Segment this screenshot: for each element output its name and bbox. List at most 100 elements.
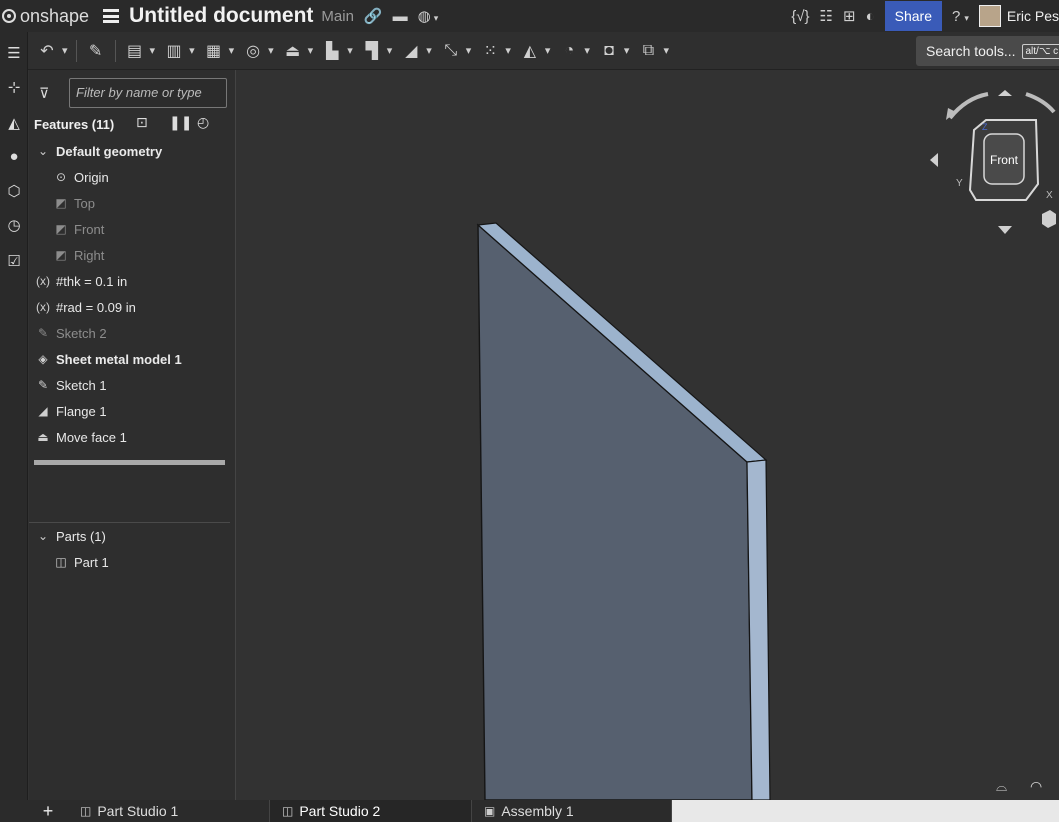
view-cube[interactable]: Front Z Y X bbox=[926, 90, 1056, 240]
axis-z-label: Z bbox=[982, 122, 988, 132]
part-icon: ◫ bbox=[55, 555, 67, 569]
pattern-icon: ⁙ bbox=[483, 42, 498, 60]
add-tab-button[interactable]: + bbox=[28, 800, 68, 822]
tab-tool[interactable]: ▦ ▾ bbox=[203, 41, 234, 61]
features-header: Features (11) bbox=[34, 116, 115, 132]
measure-tool[interactable]: ◔ ▾ bbox=[558, 42, 590, 60]
feature-item[interactable]: (x) #rad = 0.09 in bbox=[34, 296, 136, 318]
camera-icon[interactable] bbox=[0, 800, 28, 822]
sketch-tool[interactable]: ✎ bbox=[85, 41, 107, 61]
part-label: Part 1 bbox=[74, 554, 109, 570]
feature-item[interactable]: ✎ Sketch 1 bbox=[34, 374, 107, 396]
chevron-down-icon: ⌄ bbox=[37, 144, 49, 158]
move-face-icon: ⏏ bbox=[37, 430, 49, 444]
feature-item[interactable]: ⌄ Default geometry bbox=[34, 140, 162, 162]
rotate-left-icon[interactable] bbox=[948, 92, 989, 120]
feature-item[interactable]: ◩ Right bbox=[52, 244, 104, 266]
arrow-up-icon[interactable] bbox=[998, 90, 1012, 96]
part-studio-icon: ◫ bbox=[282, 804, 294, 818]
feature-item[interactable]: ◩ Top bbox=[52, 192, 95, 214]
share-button[interactable]: Share bbox=[884, 1, 942, 31]
feature-item[interactable]: ◈ Sheet metal model 1 bbox=[34, 348, 182, 370]
sheet-metal-tool[interactable]: ▤ ▾ bbox=[124, 41, 155, 61]
user-name[interactable]: Eric Pes bbox=[1007, 8, 1059, 24]
feature-item[interactable]: (x) #thk = 0.1 in bbox=[34, 270, 127, 292]
new-folder-icon[interactable]: ⊡ bbox=[136, 114, 148, 131]
feature-label: Front bbox=[74, 221, 105, 237]
mate-icon: ⧉ bbox=[642, 41, 655, 59]
section-tool[interactable]: ◘ ▾ bbox=[598, 42, 629, 60]
feature-item[interactable]: ⊙ Origin bbox=[52, 166, 109, 188]
graphics-viewport[interactable]: Front Z Y X ⌓ ◠ bbox=[236, 70, 1059, 800]
axis-x-label: X bbox=[1046, 190, 1053, 201]
add-feature-icon[interactable]: ⊹ bbox=[0, 78, 28, 96]
paint-tool[interactable]: ◭ ▾ bbox=[519, 41, 551, 61]
extrude-tool[interactable]: ⏏ ▾ bbox=[282, 41, 313, 61]
branch-label[interactable]: Main bbox=[321, 8, 354, 25]
tab-part-studio-2[interactable]: ◫ Part Studio 2 bbox=[270, 800, 472, 822]
boolean-tool[interactable]: ◎ ▾ bbox=[242, 41, 274, 61]
folder-icon[interactable]: ▬ bbox=[393, 8, 408, 25]
parts-icon[interactable]: ⬡ bbox=[0, 182, 28, 200]
checklist-icon[interactable]: ☑ bbox=[0, 252, 28, 270]
learning-icon[interactable]: ◐ bbox=[866, 8, 875, 25]
sketch-icon: ✎ bbox=[37, 326, 49, 340]
avatar[interactable] bbox=[978, 5, 1001, 27]
pause-icon[interactable]: ❚❚ bbox=[169, 114, 192, 131]
appearance-icon[interactable]: ◭ bbox=[0, 114, 28, 132]
rotate-right-icon[interactable] bbox=[1025, 92, 1056, 114]
render-mode-icon[interactable]: ⌓ bbox=[996, 778, 1007, 795]
link-icon[interactable]: 🔗 bbox=[364, 7, 383, 25]
onshape-logo[interactable]: onshape bbox=[2, 6, 89, 27]
feature-item[interactable]: ✎ Sketch 2 bbox=[34, 322, 107, 344]
feature-label: Sheet metal model 1 bbox=[56, 351, 182, 367]
transform-icon: ⤡ bbox=[444, 41, 458, 59]
feature-list-icon[interactable]: ☰ bbox=[0, 44, 28, 62]
feature-item[interactable]: ◩ Front bbox=[52, 218, 104, 240]
search-tools-input[interactable]: Search tools... alt/⌥ c bbox=[916, 36, 1059, 66]
feature-item[interactable]: ⏏ Move face 1 bbox=[34, 426, 127, 448]
panel-divider bbox=[29, 522, 230, 523]
logo-icon bbox=[2, 9, 16, 23]
transform-tool[interactable]: ⤡ ▾ bbox=[440, 41, 471, 60]
tab-part-studio-1[interactable]: ◫ Part Studio 1 bbox=[68, 800, 270, 822]
app-store-icon[interactable]: ⊞ bbox=[843, 7, 856, 25]
history-icon[interactable]: ◷ bbox=[0, 216, 28, 234]
view-options-icon[interactable]: ◠ bbox=[1030, 778, 1042, 795]
sketch-icon: ✎ bbox=[88, 42, 103, 60]
left-rail: ☰ ⊹ ◭ ● ⬡ ◷ ☑ bbox=[0, 32, 28, 822]
filter-icon[interactable]: ⊽ bbox=[39, 85, 49, 102]
arrow-down-icon[interactable] bbox=[998, 226, 1012, 234]
feature-label: Origin bbox=[74, 169, 109, 185]
plane-icon: ◩ bbox=[55, 222, 67, 236]
help-icon[interactable]: ? ▾ bbox=[952, 8, 969, 25]
undo-button[interactable]: ↶ ▾ bbox=[36, 41, 67, 61]
corner-tool[interactable]: ▜ ▾ bbox=[361, 41, 393, 61]
part-front-face[interactable] bbox=[477, 223, 753, 800]
flange-tool[interactable]: ▥ ▾ bbox=[163, 41, 195, 61]
mate-tool[interactable]: ⧉ ▾ bbox=[637, 42, 669, 60]
parts-header-row[interactable]: ⌄ Parts (1) bbox=[34, 525, 106, 547]
globe-icon[interactable]: ◍ ▾ bbox=[418, 7, 439, 25]
tab-assembly-1[interactable]: ▣ Assembly 1 bbox=[472, 800, 672, 822]
comments-icon[interactable]: ● bbox=[0, 148, 28, 165]
bom-icon[interactable]: ☷ bbox=[820, 7, 833, 25]
feature-item[interactable]: ◢ Flange 1 bbox=[34, 400, 106, 422]
list-item[interactable]: ◫ Part 1 bbox=[52, 551, 109, 573]
variables-icon[interactable]: {√} bbox=[791, 8, 809, 25]
sheet-metal-icon: ◈ bbox=[38, 352, 48, 366]
cube-face-label[interactable]: Front bbox=[990, 153, 1019, 167]
rollback-bar[interactable] bbox=[34, 460, 225, 465]
document-title[interactable]: Untitled document bbox=[129, 4, 313, 28]
view-iso-icon[interactable] bbox=[1042, 210, 1056, 228]
bend-tool[interactable]: ◢ ▾ bbox=[400, 41, 432, 61]
timer-icon[interactable]: ◴ bbox=[197, 114, 209, 131]
arrow-left-icon[interactable] bbox=[930, 153, 938, 167]
tab-label: Assembly 1 bbox=[501, 803, 574, 819]
menu-icon[interactable] bbox=[103, 9, 120, 23]
pattern-tool[interactable]: ⁙ ▾ bbox=[479, 41, 511, 61]
feature-toolbar: ↶ ▾ ✎ ▤ ▾ ▥ ▾ ▦ ▾ ◎ ▾ ⏏ ▾ ▙ ▾ ▜ ▾ ◢ ▾ ⤡ ▾ ⁙ ▾ ◭ ▾ ◔ ▾… bbox=[0, 32, 1059, 70]
filter-input[interactable]: Filter by name or type bbox=[69, 78, 227, 108]
axis-y-label: Y bbox=[956, 178, 963, 189]
wall-tool[interactable]: ▙ ▾ bbox=[321, 41, 353, 61]
